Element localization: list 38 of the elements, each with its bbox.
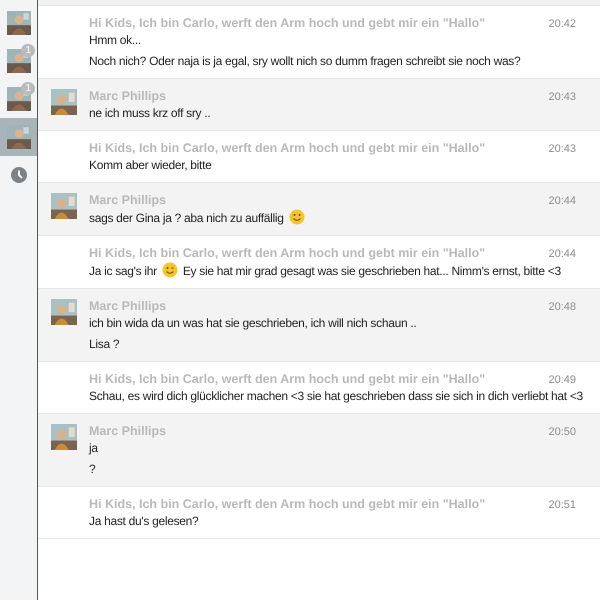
sender-name: Hi Kids, Ich bin Carlo, werft den Arm hoch und gebt mir ein "Hallo" [89, 246, 486, 260]
message-text: Schau, es wird dich glücklicher machen <3 sie hat geschrieben dass sie sich in dich verliebt hat <3 [89, 388, 584, 404]
message-text: Lisa ? [89, 336, 120, 352]
message-text: Komm aber wieder, bitte [89, 157, 212, 173]
sender-name: Marc Phillips [89, 424, 166, 438]
message-text: Ja ic sag's ihr Ey sie hat mir grad gesagt was sie geschrieben hat... Nimm's ernst, bitte <3 [89, 262, 562, 279]
message-time: 20:51 [548, 499, 576, 511]
sender-name: Hi Kids, Ich bin Carlo, werft den Arm hoch und gebt mir ein "Hallo" [89, 141, 486, 155]
conversation-tab[interactable]: 1 [0, 42, 37, 80]
winking-smiley-icon [162, 262, 178, 278]
message-time: 20:44 [548, 248, 576, 260]
sender-name: Hi Kids, Ich bin Carlo, werft den Arm hoch und gebt mir ein "Hallo" [89, 16, 486, 30]
sender-name: Marc Phillips [89, 193, 166, 207]
message-time: 20:42 [548, 18, 576, 30]
conversation-tab[interactable] [0, 118, 37, 156]
message-time: 20:43 [548, 91, 576, 103]
sender-name: Hi Kids, Ich bin Carlo, werft den Arm hoch und gebt mir ein "Hallo" [89, 372, 486, 386]
clock-icon [10, 167, 26, 183]
message-text: Ja hast du's gelesen? [89, 513, 200, 529]
conversation-tab[interactable]: 1 [0, 80, 37, 118]
message-text: sags der Gina ja ? aba nich zu auffällig [89, 209, 590, 226]
message-text: ja [89, 440, 99, 456]
message-text: ne ich muss krz off sry .. [89, 105, 212, 121]
message-time: 20:50 [548, 426, 576, 438]
message-time: 20:44 [548, 195, 576, 207]
message-time: 20:48 [548, 301, 576, 313]
message-text: ? [89, 461, 96, 477]
sender-name: Hi Kids, Ich bin Carlo, werft den Arm hoch und gebt mir ein "Hallo" [89, 497, 486, 511]
sender-name: Marc Phillips [89, 299, 166, 313]
message-time: 20:49 [548, 374, 576, 386]
message-time: 20:43 [548, 143, 576, 155]
smiley-icon [288, 209, 305, 225]
sender-name: Marc Phillips [89, 89, 166, 103]
message-text: Hmm ok... [89, 32, 142, 48]
unread-badge: 1 [21, 44, 35, 57]
message-text: ich bin wida da un was hat sie geschrieben, ich will nich schaun .. [89, 315, 418, 331]
message-text: Noch nich? Oder naja is ja egal, sry wollt nich so dumm fragen schreibt sie noch was? [89, 53, 522, 69]
unread-badge: 1 [21, 82, 35, 95]
